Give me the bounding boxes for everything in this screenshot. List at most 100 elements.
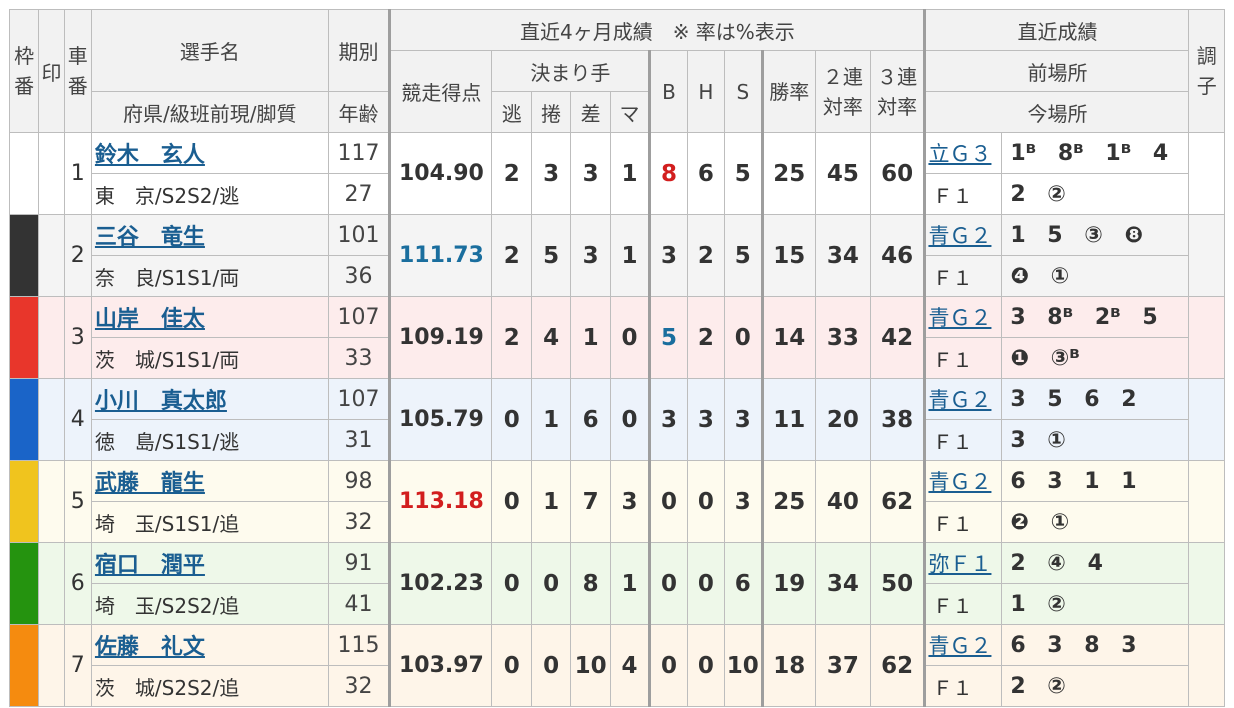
cur-venue: Ｆ１ [923, 337, 1003, 379]
rate3-cell: 60 [869, 132, 926, 215]
prev-venue-link[interactable]: 青Ｇ２ [928, 634, 991, 658]
car-number: 4 [63, 378, 92, 461]
h-cell: 6 [686, 132, 726, 215]
rider-name-link[interactable]: 小川 真太郎 [95, 389, 227, 414]
header-current: 今場所 [923, 91, 1190, 133]
rider-pref: 埼 玉/S1S1/追 [90, 501, 329, 543]
nige-cell: 2 [491, 214, 532, 297]
rider-name-link[interactable]: 三谷 竜生 [95, 225, 205, 250]
win-rate-cell: 25 [760, 460, 817, 543]
rider-name-cell: 武藤 龍生 [90, 460, 329, 502]
mark-cell[interactable] [38, 624, 65, 707]
mark-k-cell: 1 [609, 214, 651, 297]
rider-name-link[interactable]: 武藤 龍生 [95, 471, 205, 496]
score-cell: 103.97 [388, 624, 493, 707]
h-cell: 2 [686, 296, 726, 379]
nige-cell: 0 [491, 460, 532, 543]
rate2-cell: 37 [815, 624, 871, 707]
age-cell: 41 [327, 583, 391, 625]
score-cell: 111.73 [388, 214, 493, 297]
prev-venue-link[interactable]: 青Ｇ２ [928, 470, 991, 494]
prev-venue-link[interactable]: 青Ｇ２ [928, 224, 991, 248]
mark-cell[interactable] [38, 378, 65, 461]
term-cell: 98 [327, 460, 391, 502]
makuri-cell: 1 [530, 378, 572, 461]
nige-cell: 0 [491, 624, 532, 707]
prev-venue-link[interactable]: 立Ｇ３ [928, 142, 991, 166]
header-mark: 印 [38, 9, 65, 133]
mark-k-cell: 4 [609, 624, 651, 707]
cur-venue: Ｆ１ [923, 255, 1003, 297]
waku-cell [8, 542, 40, 625]
win-rate-cell: 11 [760, 378, 817, 461]
cur-venue: Ｆ１ [923, 665, 1003, 707]
mark-k-cell: 1 [609, 542, 651, 625]
win-rate-cell: 18 [760, 624, 817, 707]
rate2-cell: 40 [815, 460, 871, 543]
rate2-cell: 20 [815, 378, 871, 461]
cur-results: 3 ① [1001, 419, 1190, 461]
score-cell: 102.23 [388, 542, 493, 625]
car-number: 6 [63, 542, 92, 625]
mark-cell[interactable] [38, 460, 65, 543]
prev-results: 6 3 8 3 [1001, 624, 1190, 666]
rider-name-cell: 佐藤 礼文 [90, 624, 329, 666]
prev-venue-cell: 青Ｇ２ [923, 378, 1003, 420]
header-kimarite: 決まり手 [491, 50, 651, 92]
prev-venue-link[interactable]: 弥Ｆ１ [928, 552, 991, 576]
rider-row: 3 山岸 佳太 107 109.19 2 4 1 0 5 2 0 14 33 42 青Ｇ２ 3 8ᴮ 2ᴮ 5 [8, 296, 1225, 379]
header-win: 勝率 [760, 50, 817, 133]
age-cell: 31 [327, 419, 391, 461]
prev-venue-cell: 弥Ｆ１ [923, 542, 1003, 584]
age-cell: 32 [327, 501, 391, 543]
mark-cell[interactable] [38, 542, 65, 625]
rider-name-link[interactable]: 山岸 佳太 [95, 307, 205, 332]
header-h: H [686, 50, 726, 133]
mark-cell[interactable] [38, 296, 65, 379]
h-cell: 0 [686, 542, 726, 625]
age-cell: 33 [327, 337, 391, 379]
rate3-cell: 46 [869, 214, 926, 297]
rider-name-cell: 宿口 潤平 [90, 542, 329, 584]
cur-results: 1 ② [1001, 583, 1190, 625]
term-cell: 91 [327, 542, 391, 584]
cur-venue: Ｆ１ [923, 501, 1003, 543]
waku-cell [8, 378, 40, 461]
header-name-sub: 府県/級班前現/脚質 [90, 91, 329, 133]
cur-venue: Ｆ１ [923, 419, 1003, 461]
b-cell: 0 [648, 460, 688, 543]
age-cell: 36 [327, 255, 391, 297]
header-nige: 逃 [491, 91, 532, 133]
header-term: 期別 [327, 9, 391, 92]
rider-name-link[interactable]: 鈴木 玄人 [95, 143, 205, 168]
header-score: 競走得点 [388, 50, 493, 133]
sashi-cell: 3 [570, 214, 611, 297]
prev-venue-link[interactable]: 青Ｇ２ [928, 306, 991, 330]
rider-name-link[interactable]: 佐藤 礼文 [95, 635, 205, 660]
rider-name-cell: 三谷 竜生 [90, 214, 329, 256]
header-s: S [724, 50, 763, 133]
cur-results: ❷ ① [1001, 501, 1190, 543]
prev-results: 1 5 ③ ❽ [1001, 214, 1190, 256]
header-recent4: 直近4ヶ月成績 ※ 率は%表示 [388, 9, 926, 51]
s-cell: 10 [724, 624, 763, 707]
cur-results: ❶ ③ᴮ [1001, 337, 1190, 379]
header-car: 車番 [63, 9, 92, 133]
prev-venue-cell: 青Ｇ２ [923, 296, 1003, 338]
h-cell: 0 [686, 460, 726, 543]
rider-name-cell: 山岸 佳太 [90, 296, 329, 338]
b-cell: 0 [648, 624, 688, 707]
rider-row: 5 武藤 龍生 98 113.18 0 1 7 3 0 0 3 25 40 62 青Ｇ２ 6 3 1 1 [8, 460, 1225, 543]
mark-cell[interactable] [38, 132, 65, 215]
rider-name-link[interactable]: 宿口 潤平 [95, 553, 205, 578]
prev-venue-link[interactable]: 青Ｇ２ [928, 388, 991, 412]
prev-venue-cell: 青Ｇ２ [923, 460, 1003, 502]
entry-table: 枠番 印 車番 選手名 期別 直近4ヶ月成績 ※ 率は%表示 直近成績 調子 競… [8, 9, 1225, 707]
mark-cell[interactable] [38, 214, 65, 297]
condition-cell [1188, 132, 1225, 215]
rate3-cell: 38 [869, 378, 926, 461]
rate3-cell: 62 [869, 624, 926, 707]
term-cell: 107 [327, 296, 391, 338]
score-cell: 104.90 [388, 132, 493, 215]
rate2-cell: 45 [815, 132, 871, 215]
